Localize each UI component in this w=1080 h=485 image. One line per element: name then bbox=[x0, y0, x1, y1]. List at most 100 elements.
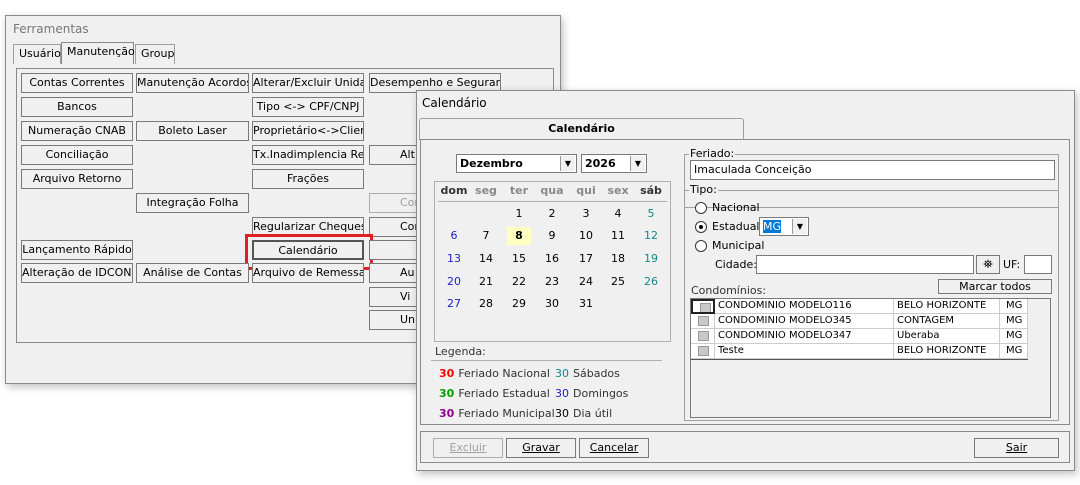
calendar-day[interactable]: 28 bbox=[474, 295, 498, 313]
excluir-button[interactable]: Excluir bbox=[433, 438, 503, 458]
tool-button[interactable]: Bancos bbox=[21, 97, 133, 117]
gravar-button[interactable]: Gravar bbox=[506, 438, 576, 458]
tool-button[interactable]: Manutenção Acordos bbox=[136, 73, 249, 93]
calendar-day[interactable]: 20 bbox=[442, 273, 466, 291]
calendar-day[interactable]: 6 bbox=[442, 227, 466, 245]
tool-button[interactable]: Numeração CNAB bbox=[21, 121, 133, 141]
weekday-header: dom bbox=[440, 184, 468, 197]
uf-input[interactable] bbox=[1024, 255, 1052, 274]
calendar-day[interactable]: 9 bbox=[540, 227, 564, 245]
cidade-input[interactable] bbox=[756, 255, 974, 274]
condominio-row[interactable]: CONDOMINIO MODELO116 BELO HORIZONTE MG bbox=[691, 299, 1028, 314]
radio-nacional[interactable] bbox=[695, 202, 707, 214]
calendar-day[interactable]: 21 bbox=[474, 273, 498, 291]
calendar-day[interactable]: 4 bbox=[606, 205, 630, 223]
tool-button[interactable]: Arquivo de Remessa bbox=[252, 263, 364, 283]
condominio-uf: MG bbox=[1000, 299, 1028, 314]
calendar-day[interactable]: 10 bbox=[574, 227, 598, 245]
tool-button[interactable]: Contas Correntes bbox=[21, 73, 133, 93]
calendar-day[interactable]: 27 bbox=[442, 295, 466, 313]
tool-button[interactable]: Frações bbox=[252, 169, 364, 189]
legend-label: Sábados bbox=[573, 367, 620, 380]
calendar-day[interactable]: 29 bbox=[507, 295, 531, 313]
calendar-day[interactable]: 1 bbox=[507, 205, 531, 223]
checkbox-cell[interactable] bbox=[691, 344, 715, 359]
calendar-day[interactable]: 23 bbox=[540, 273, 564, 291]
tool-button[interactable]: Conciliação bbox=[21, 145, 133, 165]
calendar-day[interactable]: 2 bbox=[540, 205, 564, 223]
tab-1[interactable]: Manutenção bbox=[61, 42, 135, 64]
calendar-day[interactable]: 18 bbox=[606, 250, 630, 268]
radio-estadual[interactable] bbox=[695, 221, 707, 233]
condominio-uf: MG bbox=[1000, 329, 1028, 344]
tool-button[interactable]: Alteração de IDCOND bbox=[21, 263, 133, 283]
tab-2[interactable]: Group bbox=[135, 44, 175, 64]
estado-value: MG bbox=[763, 220, 782, 233]
chevron-down-icon[interactable]: ▼ bbox=[630, 156, 645, 171]
legend-item: 30 Feriado Municipal bbox=[439, 407, 555, 420]
chevron-down-icon[interactable]: ▼ bbox=[560, 156, 575, 171]
search-cidade-button[interactable]: ⛯ bbox=[976, 255, 1000, 274]
calendar-day[interactable]: 12 bbox=[639, 227, 663, 245]
checkbox-cell[interactable] bbox=[691, 329, 715, 344]
calendar-day[interactable]: 14 bbox=[474, 250, 498, 268]
estado-select[interactable]: MG ▼ bbox=[759, 217, 809, 236]
legend-label: Dia útil bbox=[573, 407, 613, 420]
month-select[interactable]: Dezembro ▼ bbox=[456, 154, 577, 173]
calendar-day[interactable]: 8 bbox=[507, 227, 531, 245]
calendar-day[interactable]: 16 bbox=[540, 250, 564, 268]
checkbox[interactable] bbox=[698, 331, 709, 341]
checkbox[interactable] bbox=[698, 316, 709, 326]
calendar-day[interactable]: 31 bbox=[574, 295, 598, 313]
tool-button[interactable]: Tipo <-> CPF/CNPJ bbox=[252, 97, 364, 117]
calendar-day[interactable]: 5 bbox=[639, 205, 663, 223]
tool-button[interactable]: Integração Folha bbox=[136, 193, 249, 213]
tool-button[interactable]: Análise de Contas bbox=[136, 263, 249, 283]
calendar-day[interactable]: 22 bbox=[507, 273, 531, 291]
condominio-row[interactable]: CONDOMINIO MODELO345 CONTAGEM MG bbox=[691, 314, 1028, 329]
tool-button[interactable]: Arquivo Retorno bbox=[21, 169, 133, 189]
tool-button[interactable]: Tx.Inadimplencia Retro bbox=[252, 145, 364, 165]
calendar-day[interactable]: 26 bbox=[639, 273, 663, 291]
calendar-day[interactable]: 24 bbox=[574, 273, 598, 291]
calendar-day[interactable]: 30 bbox=[540, 295, 564, 313]
weekday-header: ter bbox=[509, 184, 529, 197]
chevron-down-icon[interactable]: ▼ bbox=[792, 219, 807, 234]
checkbox-cell[interactable] bbox=[691, 299, 715, 314]
checkbox[interactable] bbox=[700, 303, 711, 312]
calendar-day[interactable]: 17 bbox=[574, 250, 598, 268]
checkbox[interactable] bbox=[698, 346, 709, 356]
calendar-day[interactable]: 25 bbox=[606, 273, 630, 291]
condominio-uf: MG bbox=[1000, 344, 1028, 359]
tool-button[interactable]: Proprietário<->Cliente bbox=[252, 121, 364, 141]
tool-button[interactable]: Alterar/Excluir Unidade bbox=[252, 73, 364, 93]
condominio-row[interactable]: Teste BELO HORIZONTE MG bbox=[691, 344, 1028, 359]
calendar-day[interactable]: 19 bbox=[639, 250, 663, 268]
calendar-day[interactable]: 11 bbox=[606, 227, 630, 245]
calendario-dialog: Calendário Calendário Dezembro ▼ 2026 ▼ do… bbox=[416, 90, 1075, 471]
tool-button[interactable]: Lançamento Rápido bbox=[21, 240, 133, 260]
calendar-day[interactable]: 7 bbox=[474, 227, 498, 245]
legend-title: Legenda: bbox=[435, 345, 486, 358]
tab-calendario[interactable]: Calendário bbox=[419, 118, 744, 140]
tool-button[interactable]: Boleto Laser bbox=[136, 121, 249, 141]
weekday-header: qui bbox=[576, 184, 596, 197]
calendar-day[interactable]: 15 bbox=[507, 250, 531, 268]
condominio-row[interactable]: CONDOMINIO MODELO347 Uberaba MG bbox=[691, 329, 1028, 344]
condominios-label: Condomínios: bbox=[691, 284, 767, 297]
checkbox-cell[interactable] bbox=[691, 314, 715, 329]
feriado-input[interactable]: Imaculada Conceição bbox=[690, 160, 1055, 180]
calendar-day[interactable]: 3 bbox=[574, 205, 598, 223]
sair-button[interactable]: Sair bbox=[974, 438, 1059, 458]
radio-municipal[interactable] bbox=[695, 240, 707, 252]
window-title: Ferramentas bbox=[13, 22, 89, 36]
cancelar-button[interactable]: Cancelar bbox=[579, 438, 649, 458]
marcar-todos-button[interactable]: Marcar todos bbox=[938, 279, 1052, 294]
calendar-day[interactable]: 13 bbox=[442, 250, 466, 268]
tab-0[interactable]: Usuário bbox=[13, 44, 61, 64]
condominio-name: CONDOMINIO MODELO347 bbox=[715, 329, 894, 344]
condominios-list[interactable]: CONDOMINIO MODELO116 BELO HORIZONTE MG COND… bbox=[690, 298, 1051, 418]
condominio-city: BELO HORIZONTE bbox=[894, 299, 1000, 314]
weekday-header: sáb bbox=[640, 184, 662, 197]
year-select[interactable]: 2026 ▼ bbox=[581, 154, 647, 173]
